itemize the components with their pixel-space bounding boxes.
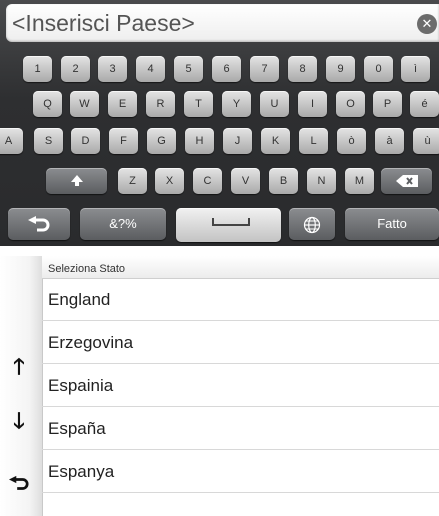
- shift-key[interactable]: [46, 168, 107, 194]
- list-item[interactable]: Espanya: [42, 451, 439, 493]
- key-t[interactable]: T: [184, 91, 213, 117]
- list-item-label: England: [48, 290, 111, 309]
- arrow-up-icon: 🡑: [13, 354, 25, 379]
- scroll-down-button[interactable]: 🡓: [4, 406, 34, 436]
- key-d[interactable]: D: [71, 128, 100, 154]
- list-item[interactable]: England: [42, 279, 439, 321]
- key-r[interactable]: R: [146, 91, 175, 117]
- list-item-label: Erzegovina: [48, 333, 134, 352]
- key-k[interactable]: K: [261, 128, 290, 154]
- key-x[interactable]: X: [155, 168, 184, 194]
- key-z[interactable]: Z: [118, 168, 147, 194]
- key-b[interactable]: B: [269, 168, 298, 194]
- key-w[interactable]: W: [70, 91, 99, 117]
- list-item-label: España: [48, 419, 106, 438]
- keyboard-row-qwerty: Q W E R T Y U I O P é: [0, 91, 439, 117]
- search-input-text: <Inserisci Paese>: [12, 10, 195, 36]
- list-item-label: Espainia: [48, 376, 114, 395]
- key-6[interactable]: 6: [212, 56, 241, 82]
- key-e[interactable]: E: [108, 91, 137, 117]
- key-u-grave[interactable]: ù: [413, 128, 439, 154]
- key-a-grave[interactable]: à: [375, 128, 404, 154]
- key-y[interactable]: Y: [222, 91, 251, 117]
- keyboard-row-zxcv: Z X C V B N M: [0, 168, 439, 194]
- key-n[interactable]: N: [307, 168, 336, 194]
- list-item[interactable]: Espainia: [42, 365, 439, 407]
- key-h[interactable]: H: [185, 128, 214, 154]
- scroll-up-button[interactable]: 🡑: [4, 352, 34, 382]
- list-sidebar: 🡑 🡓: [0, 256, 43, 516]
- key-4[interactable]: 4: [136, 56, 165, 82]
- key-2[interactable]: 2: [61, 56, 90, 82]
- key-a[interactable]: A: [0, 128, 23, 154]
- list-item-label: Espanya: [48, 462, 115, 481]
- key-i-grave[interactable]: ì: [401, 56, 430, 82]
- key-o[interactable]: O: [336, 91, 365, 117]
- clear-icon[interactable]: ✕: [417, 14, 437, 34]
- globe-icon: [303, 216, 321, 233]
- key-o-grave[interactable]: ò: [337, 128, 366, 154]
- keyboard-panel: <Inserisci Paese> ✕ 1 2 3 4 5 6 7 8 9 0 …: [0, 0, 439, 246]
- key-0[interactable]: 0: [364, 56, 393, 82]
- list-item[interactable]: España: [42, 408, 439, 450]
- key-u[interactable]: U: [260, 91, 289, 117]
- keyboard-row-numbers: 1 2 3 4 5 6 7 8 9 0 ì: [0, 56, 439, 82]
- key-e-acute[interactable]: é: [410, 91, 439, 117]
- key-j[interactable]: J: [223, 128, 252, 154]
- key-3[interactable]: 3: [98, 56, 127, 82]
- key-m[interactable]: M: [345, 168, 374, 194]
- key-1[interactable]: 1: [23, 56, 52, 82]
- space-bar-icon: [212, 218, 250, 226]
- key-9[interactable]: 9: [326, 56, 355, 82]
- key-g[interactable]: G: [147, 128, 176, 154]
- key-s[interactable]: S: [34, 128, 63, 154]
- key-i[interactable]: I: [298, 91, 327, 117]
- key-p[interactable]: P: [373, 91, 402, 117]
- list-header-title: Seleziona Stato: [48, 263, 126, 275]
- keyboard-row-bottom: &?% Fatto: [0, 208, 439, 244]
- list-item[interactable]: Erzegovina: [42, 322, 439, 364]
- keyboard-row-asdf: A S D F G H J K L ò à ù: [0, 128, 439, 154]
- key-q[interactable]: Q: [33, 91, 62, 117]
- backspace-key[interactable]: [381, 168, 432, 194]
- back-button[interactable]: [8, 208, 70, 240]
- list-back-button[interactable]: [4, 468, 34, 498]
- key-7[interactable]: 7: [250, 56, 279, 82]
- key-c[interactable]: C: [193, 168, 222, 194]
- key-5[interactable]: 5: [174, 56, 203, 82]
- arrow-down-icon: 🡓: [13, 408, 25, 433]
- backspace-icon: [395, 175, 418, 188]
- country-list-panel: 🡑 🡓 Seleziona Stato England Erzegovina E…: [0, 256, 439, 516]
- shift-icon: [70, 174, 83, 186]
- key-f[interactable]: F: [109, 128, 138, 154]
- search-input[interactable]: <Inserisci Paese> ✕: [6, 4, 439, 42]
- key-8[interactable]: 8: [288, 56, 317, 82]
- back-arrow-icon: [9, 476, 29, 491]
- space-key[interactable]: [176, 208, 281, 242]
- list-header: Seleziona Stato: [42, 256, 439, 279]
- key-v[interactable]: V: [231, 168, 260, 194]
- symbols-key[interactable]: &?%: [80, 208, 166, 240]
- done-button[interactable]: Fatto: [345, 208, 439, 240]
- back-arrow-icon: [28, 215, 50, 232]
- language-key[interactable]: [289, 208, 335, 240]
- key-l[interactable]: L: [299, 128, 328, 154]
